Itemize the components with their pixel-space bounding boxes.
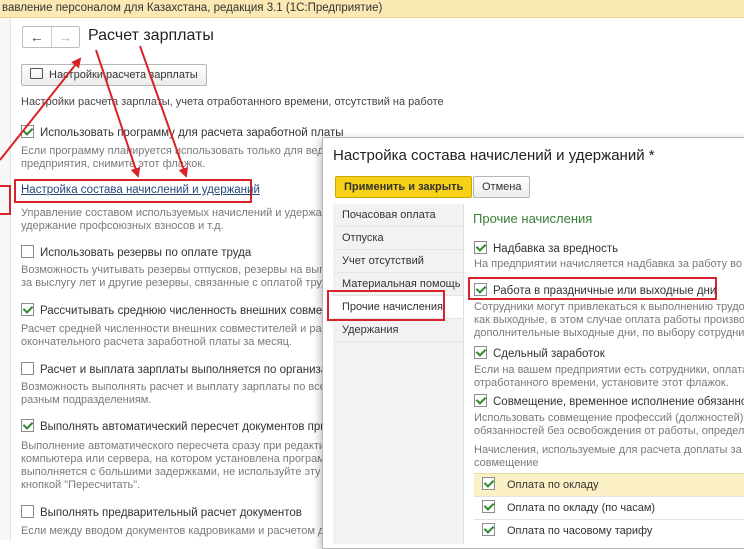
accruals-dialog: Настройка состава начислений и удержаний…	[322, 137, 744, 549]
window-title: вавление персоналом для Казахстана, реда…	[0, 0, 744, 18]
option-desc: Управление составом используемых начисле…	[21, 207, 334, 219]
nav-buttons: ← →	[22, 26, 80, 48]
back-arrow-icon[interactable]: ←	[23, 27, 52, 47]
item-piecework[interactable]: Сдельный заработок	[474, 346, 605, 360]
page-title: Расчет зарплаты	[88, 27, 214, 44]
highlight-box-tab	[327, 290, 445, 321]
option-desc: кнопкой "Пересчитать".	[21, 479, 141, 491]
option-desc: Расчет средней численности внешних совме…	[21, 323, 339, 335]
checkbox-checked-icon[interactable]	[21, 125, 34, 138]
option-desc: Возможность выполнять расчет и выплату з…	[21, 381, 342, 393]
item-hazard-bonus[interactable]: Надбавка за вредность	[474, 241, 618, 255]
option-use-payroll[interactable]: Использовать программу для расчета зараб…	[21, 125, 344, 139]
dialog-title: Настройка состава начислений и удержаний…	[333, 147, 655, 164]
item-desc: отработанного времени, установите этот ф…	[474, 377, 729, 389]
tab-vacations[interactable]: Отпуска	[333, 227, 463, 250]
forward-arrow-icon[interactable]: →	[52, 27, 80, 47]
cancel-button[interactable]: Отмена	[473, 176, 531, 198]
option-desc: выполняется с большими задержками, не ис…	[21, 466, 341, 478]
checkbox-checked-icon[interactable]	[21, 303, 34, 316]
option-auto-recalc[interactable]: Выполнять автоматический пересчет докуме…	[21, 419, 352, 433]
item-desc: Сотрудники могут привлекаться к выполнен…	[474, 301, 744, 313]
apply-and-close-button[interactable]: Применить и закрыть	[335, 176, 473, 198]
item-desc: Если на вашем предприятии есть сотрудник…	[474, 364, 744, 376]
list-item[interactable]: Оплата по часовому тарифу	[474, 519, 744, 542]
option-reserves[interactable]: Использовать резервы по оплате труда	[21, 245, 251, 259]
item-desc: На предприятии начисляется надбавка за р…	[474, 258, 744, 270]
option-desc: окончательного расчета заработной платы …	[21, 336, 292, 348]
page-subtitle: Настройки расчета зарплаты, учета отрабо…	[21, 96, 444, 108]
checkbox-checked-icon[interactable]	[482, 523, 495, 536]
checkbox-checked-icon[interactable]	[482, 500, 495, 513]
item-desc: как выходные, в этом случае оплата работ…	[474, 314, 744, 326]
tab-deductions[interactable]: Удержания	[333, 319, 463, 342]
printer-icon	[30, 68, 43, 79]
accruals-label: Начисления, используемые для расчета доп…	[474, 444, 742, 456]
left-panel-edge	[0, 18, 11, 540]
option-desc: Выполнение автоматического пересчета сра…	[21, 440, 338, 452]
tab-hourly[interactable]: Почасовая оплата	[333, 204, 463, 227]
checkbox-checked-icon[interactable]	[482, 477, 495, 490]
checkbox-unchecked-icon[interactable]	[21, 245, 34, 258]
option-desc: за выслугу лет и другие резервы, связанн…	[21, 277, 338, 289]
option-desc: Возможность учитывать резервы отпусков, …	[21, 264, 338, 276]
item-combination[interactable]: Совмещение, временное исполнение обязанн…	[474, 394, 744, 408]
option-avg-headcount[interactable]: Рассчитывать среднюю численность внешних…	[21, 303, 351, 317]
option-desc: Если программу планируется использовать …	[21, 145, 337, 157]
accruals-label: совмещение	[474, 457, 539, 469]
section-title: Прочие начисления	[473, 211, 593, 226]
item-desc: дополнительные выходные дни, по выбору с…	[474, 327, 744, 339]
checkbox-checked-icon[interactable]	[474, 241, 487, 254]
item-desc: Использовать совмещение профессий (должн…	[474, 412, 744, 424]
tab-absences[interactable]: Учет отсутствий	[333, 250, 463, 273]
dialog-tabs: Почасовая оплата Отпуска Учет отсутствий…	[333, 204, 464, 544]
option-desc: компьютера или сервера, на котором устан…	[21, 453, 339, 465]
item-holiday-work[interactable]: Работа в праздничные или выходные дни	[474, 283, 716, 297]
list-item[interactable]: Оплата по окладу	[474, 473, 744, 496]
checkbox-checked-icon[interactable]	[474, 283, 487, 296]
highlight-box-left	[0, 185, 11, 215]
accruals-settings-link[interactable]: Настройка состава начислений и удержаний	[21, 184, 260, 196]
checkbox-checked-icon[interactable]	[474, 346, 487, 359]
checkbox-unchecked-icon[interactable]	[21, 362, 34, 375]
settings-button-label: Настройки расчета зарплаты	[49, 69, 198, 81]
option-desc: предприятия, снимите этот флажок.	[21, 158, 206, 170]
settings-button[interactable]: Настройки расчета зарплаты	[21, 64, 207, 86]
option-org-payroll[interactable]: Расчет и выплата зарплаты выполняется по…	[21, 362, 356, 376]
checkbox-checked-icon[interactable]	[21, 419, 34, 432]
option-desc: удержание профсоюзных взносов и т.д.	[21, 220, 224, 232]
checkbox-checked-icon[interactable]	[474, 394, 487, 407]
checkbox-unchecked-icon[interactable]	[21, 505, 34, 518]
option-desc: разным подразделениям.	[21, 394, 152, 406]
option-preliminary[interactable]: Выполнять предварительный расчет докумен…	[21, 505, 302, 519]
item-desc: обязанностей без освобождения от работы,…	[474, 425, 744, 437]
option-desc: Если между вводом документов кадровиками…	[21, 525, 342, 537]
list-item[interactable]: Оплата по окладу (по часам)	[474, 496, 744, 519]
